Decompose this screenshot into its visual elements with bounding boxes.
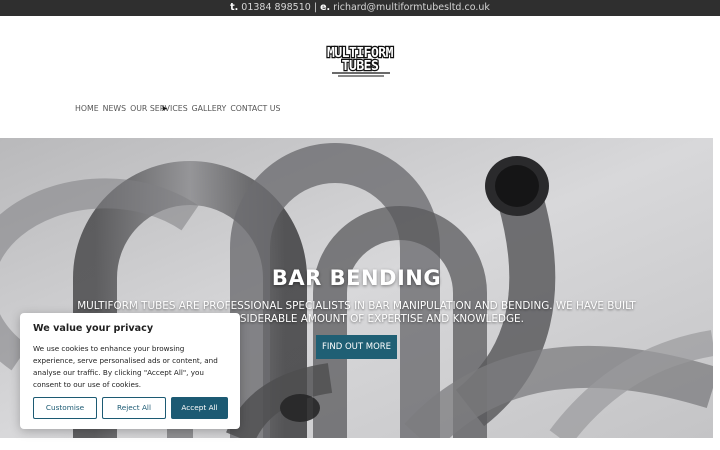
nav-our-services[interactable]: OUR SERVICES [130,104,188,116]
email-prefix: e. [320,2,331,13]
nav-contact-us[interactable]: CONTACT US [230,104,280,116]
main-nav: HOME NEWS OUR SERVICES GALLERY CONTACT U… [75,104,280,116]
customise-button[interactable]: Customise [33,397,97,419]
contact-bar: t. 01384 898510 | e. richard@multiformtu… [0,0,720,16]
nav-gallery[interactable]: GALLERY [192,104,227,116]
accept-all-button[interactable]: Accept All [171,397,228,419]
hero-title: BAR BENDING [271,266,442,290]
cookie-button-group: Customise Reject All Accept All [33,397,228,419]
find-out-more-button[interactable]: FIND OUT MORE [316,335,397,359]
logo-text-line2: TUBES [342,59,379,74]
cookie-consent-dialog: We value your privacy We use cookies to … [20,313,240,429]
email-address[interactable]: richard@multiformtubesltd.co.uk [333,2,490,13]
nav-news[interactable]: NEWS [103,104,126,116]
phone-number[interactable]: 01384 898510 [241,2,311,13]
site-logo[interactable]: MULTIFORM TUBES [310,42,410,78]
reject-all-button[interactable]: Reject All [102,397,166,419]
cookie-title: We value your privacy [33,323,154,334]
phone-prefix: t. [230,2,239,13]
mouse-cursor-icon: ➤ [161,104,168,113]
contact-separator: | [313,2,318,13]
nav-home[interactable]: HOME [75,104,99,116]
logo-container: MULTIFORM TUBES [0,40,720,80]
cookie-description: We use cookies to enhance your browsing … [33,344,218,389]
